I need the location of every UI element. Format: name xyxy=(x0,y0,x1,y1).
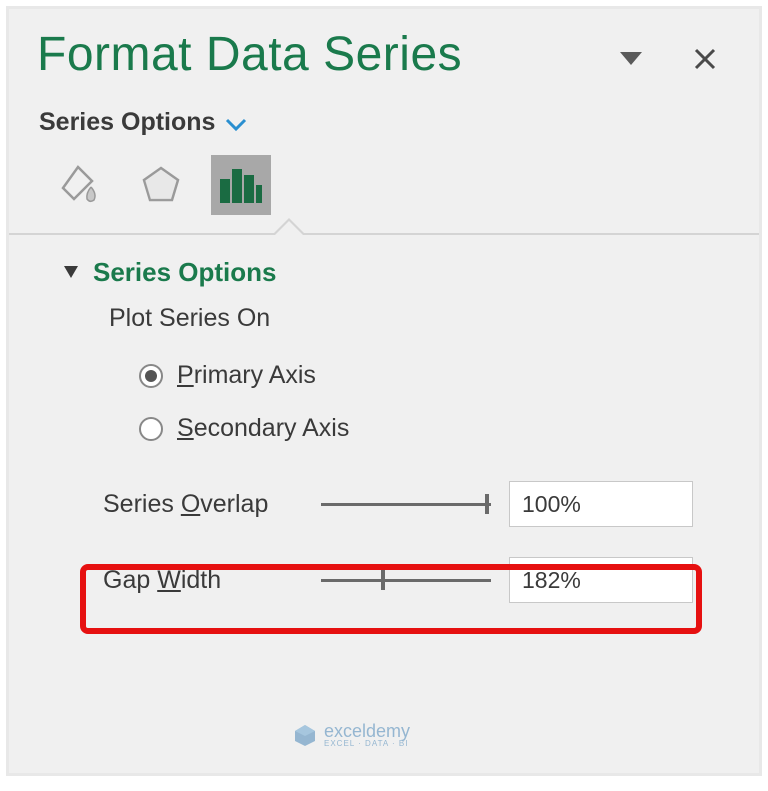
gap-width-row: Gap Width xyxy=(9,547,759,613)
gap-width-label: Gap Width xyxy=(103,566,317,595)
plot-series-on-label: Plot Series On xyxy=(9,296,759,355)
watermark-sub: EXCEL · DATA · BI xyxy=(324,740,410,748)
radio-secondary-axis-row: Secondary Axis xyxy=(9,408,759,449)
divider xyxy=(9,233,759,235)
radio-secondary-axis-label: Secondary Axis xyxy=(177,414,349,443)
series-overlap-row: Series Overlap xyxy=(9,471,759,537)
task-pane-options-button[interactable] xyxy=(613,41,649,77)
collapse-caret-icon xyxy=(63,265,79,281)
series-overlap-slider[interactable] xyxy=(321,490,491,518)
panel-header: Format Data Series xyxy=(9,9,759,92)
slider-thumb[interactable] xyxy=(485,494,489,514)
radio-secondary-axis[interactable] xyxy=(139,417,163,441)
watermark-brand: exceldemy xyxy=(324,722,410,740)
bar-chart-icon xyxy=(218,165,264,205)
tab-fill-line[interactable] xyxy=(51,155,111,215)
paint-bucket-icon xyxy=(60,164,102,206)
tab-effects[interactable] xyxy=(131,155,191,215)
caret-down-icon xyxy=(620,52,642,65)
section-collapse-toggle[interactable]: Series Options xyxy=(9,235,759,296)
slider-thumb[interactable] xyxy=(381,570,385,590)
gap-width-spinner xyxy=(509,557,693,603)
gap-width-input[interactable] xyxy=(510,567,768,594)
series-overlap-label: Series Overlap xyxy=(103,490,317,519)
pentagon-icon xyxy=(140,164,182,206)
section-selector[interactable]: Series Options xyxy=(9,92,759,143)
series-overlap-spinner xyxy=(509,481,693,527)
radio-primary-axis[interactable] xyxy=(139,364,163,388)
panel-title: Format Data Series xyxy=(37,27,613,82)
tab-series-options[interactable] xyxy=(211,155,271,215)
slider-track xyxy=(321,503,491,506)
watermark-icon xyxy=(294,724,316,746)
watermark: exceldemy EXCEL · DATA · BI xyxy=(294,722,410,748)
radio-primary-axis-label: Primary Axis xyxy=(177,361,316,390)
section-title: Series Options xyxy=(93,257,277,288)
radio-primary-axis-row: Primary Axis xyxy=(9,355,759,396)
series-overlap-input[interactable] xyxy=(510,491,768,518)
gap-width-slider[interactable] xyxy=(321,566,491,594)
chevron-down-icon xyxy=(225,118,247,132)
section-selector-label: Series Options xyxy=(39,108,215,137)
close-button[interactable] xyxy=(687,41,723,77)
slider-track xyxy=(321,579,491,582)
close-icon xyxy=(693,47,717,71)
category-tabs xyxy=(9,143,759,215)
format-data-series-panel: Format Data Series Series Options xyxy=(6,6,762,776)
